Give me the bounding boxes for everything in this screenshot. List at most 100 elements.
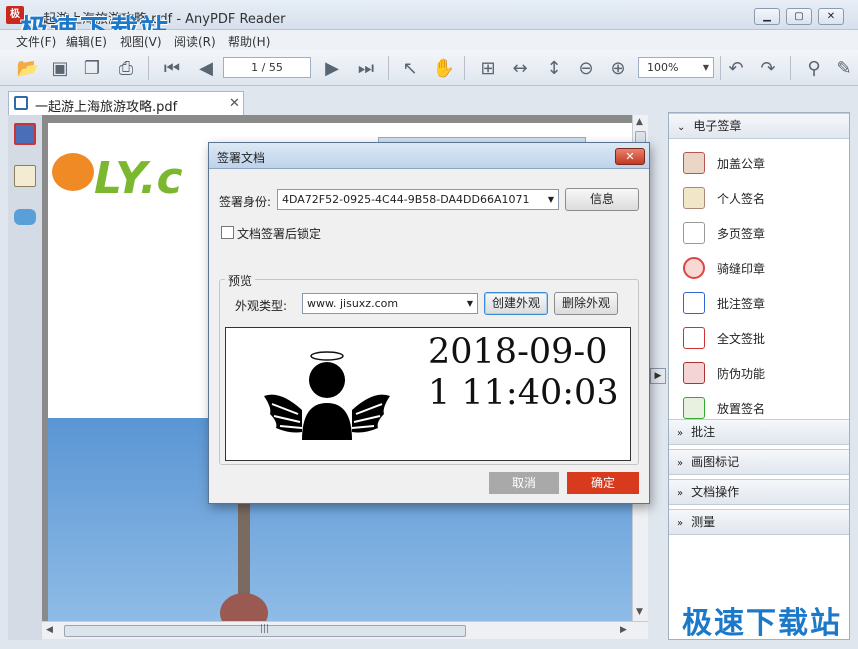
cancel-button[interactable]: 取消 [489,472,559,494]
tab-strip: 一起游上海旅游攻略.pdf ✕ [0,87,668,115]
lock-after-sign-checkbox[interactable] [221,226,234,239]
open-file-icon[interactable]: 📂 [16,56,40,80]
section-drawing[interactable]: » 画图标记 [669,449,849,475]
first-page-icon[interactable]: ⏮ [160,56,184,80]
sig-item-multi-page[interactable]: 多页签章 [669,215,849,249]
toolbar: 📂 ▣ ❐ ⎙ ⏮ ◀ ▶ ⏭ ↖ ✋ ⊞ ↔ ↕ ⊖ ⊕ ↶ ↷ ⚲ ✎ [0,50,858,86]
right-panel: ⌄ 电子签章 加盖公章 个人签名 多页签章 骑缝印章 批注签章 全文签批 防伪功能… [668,112,850,640]
qr-code-icon [683,362,705,384]
toolbar-separator [790,56,791,80]
section-electronic-signature[interactable]: ⌄ 电子签章 [669,113,849,139]
sig-item-anti-counterfeit[interactable]: 防伪功能 [669,355,849,389]
document-tab-label: 一起游上海旅游攻略.pdf [35,100,178,115]
tools-icon[interactable]: ✎ [832,56,856,80]
save-document-icon [14,96,28,110]
close-window-button[interactable]: ✕ [818,8,844,25]
chevron-right-icon: » [677,428,684,439]
scroll-right-icon[interactable]: ▶ [620,625,627,635]
info-button[interactable]: 信息 [565,188,639,211]
left-side-rail [8,115,42,640]
dialog-close-button[interactable]: ✕ [615,148,645,165]
rotate-left-icon[interactable]: ↶ [724,56,748,80]
menu-help[interactable]: 帮助(H) [228,33,270,50]
scroll-up-icon[interactable]: ▲ [636,117,643,127]
seal-icon [683,152,705,174]
document-tab[interactable]: 一起游上海旅游攻略.pdf ✕ [8,91,244,115]
toolbar-separator [720,56,721,80]
comments-icon[interactable] [14,209,36,225]
angel-avatar-icon [264,351,390,440]
page-number-input[interactable]: 1 / 55 [223,57,311,78]
ok-button[interactable]: 确定 [567,472,639,494]
menu-view[interactable]: 视图(V) [120,33,162,50]
menu-bar: 文件(F) 编辑(E) 视图(V) 阅读(R) 帮助(H) [0,30,858,50]
menu-read[interactable]: 阅读(R) [174,33,216,50]
hand-tool-icon[interactable]: ✋ [432,56,456,80]
pen-icon [683,327,705,349]
next-page-icon[interactable]: ▶ [320,56,344,80]
annotations-icon[interactable] [14,165,36,187]
zoom-select[interactable]: 100% ▼ [638,57,714,78]
zoom-in-icon[interactable]: ⊕ [606,56,630,80]
multi-page-icon [683,222,705,244]
chevron-up-icon: ⌄ [677,122,686,133]
horizontal-scrollbar[interactable]: ◀ ||| ▶ [42,621,648,639]
fit-height-icon[interactable]: ↕ [542,56,566,80]
watermark-bottom: 极速下载站 [682,606,842,641]
menu-file[interactable]: 文件(F) [16,33,56,50]
section-annotation[interactable]: » 批注 [669,419,849,445]
create-appearance-button[interactable]: 创建外观 [484,292,548,315]
bookmarks-icon[interactable] [14,123,36,145]
save-icon[interactable]: ▣ [48,56,72,80]
handwriting-icon [683,292,705,314]
chevron-down-icon: ▼ [702,63,709,72]
zoom-out-icon[interactable]: ⊖ [574,56,598,80]
fit-page-icon[interactable]: ⊞ [476,56,500,80]
rotate-right-icon[interactable]: ↷ [756,56,780,80]
menu-edit[interactable]: 编辑(E) [66,33,107,50]
identity-select[interactable]: 4DA72F52-0925-4C44-9B58-DA4DD66A1071 ▼ [277,189,559,210]
print-icon[interactable]: ⎙ [114,56,138,80]
toolbar-separator [148,56,149,80]
preview-datetime: 2018-09-01 11:40:03 [428,332,619,413]
grip-icon: ||| [260,624,270,634]
page-logo-text: LY.c [94,153,183,204]
scroll-left-icon[interactable]: ◀ [46,625,53,635]
chevron-right-icon: » [677,458,684,469]
close-tab-icon[interactable]: ✕ [229,96,240,111]
signature-pen-icon [683,187,705,209]
select-cursor-icon[interactable]: ↖ [398,56,422,80]
sig-item-official-seal[interactable]: 加盖公章 [669,145,849,179]
sig-item-annotation-seal[interactable]: 批注签章 [669,285,849,319]
preview-group-title: 预览 [225,272,256,289]
panel-collapse-toggle[interactable]: ▶ [650,368,666,384]
section-measure[interactable]: » 测量 [669,509,849,535]
sig-item-paging-seal[interactable]: 骑缝印章 [669,250,849,284]
place-signature-icon [683,397,705,419]
sig-item-full-text[interactable]: 全文签批 [669,320,849,354]
minimize-button[interactable]: ▁ [754,8,780,25]
last-page-icon[interactable]: ⏭ [354,56,378,80]
appearance-type-select[interactable]: www. jisuxz.com ▼ [302,293,478,314]
prev-page-icon[interactable]: ◀ [194,56,218,80]
chevron-right-icon: » [677,518,684,529]
sign-document-dialog: 签署文档 ✕ 签署身份: 4DA72F52-0925-4C44-9B58-DA4… [208,142,650,504]
toolbar-separator [464,56,465,80]
search-binoculars-icon[interactable]: ⚲ [802,56,826,80]
maximize-button[interactable]: ▢ [786,8,812,25]
identity-label: 签署身份: [219,195,272,209]
sig-item-personal-signature[interactable]: 个人签名 [669,180,849,214]
section-document-ops[interactable]: » 文档操作 [669,479,849,505]
lock-after-sign-label: 文档签署后锁定 [237,227,322,241]
chevron-down-icon: ▼ [466,299,473,308]
toolbar-separator [388,56,389,80]
horizontal-scroll-thumb[interactable]: ||| [64,624,466,637]
signature-preview: 2018-09-01 11:40:03 [225,327,631,461]
appearance-type-value: www. jisuxz.com [307,297,399,310]
scroll-down-icon[interactable]: ▼ [636,607,643,617]
identity-value: 4DA72F52-0925-4C44-9B58-DA4DD66A1071 [282,193,530,206]
appearance-type-label: 外观类型: [235,299,288,313]
fit-width-icon[interactable]: ↔ [508,56,532,80]
copy-icon[interactable]: ❐ [80,56,104,80]
delete-appearance-button[interactable]: 删除外观 [554,292,618,315]
